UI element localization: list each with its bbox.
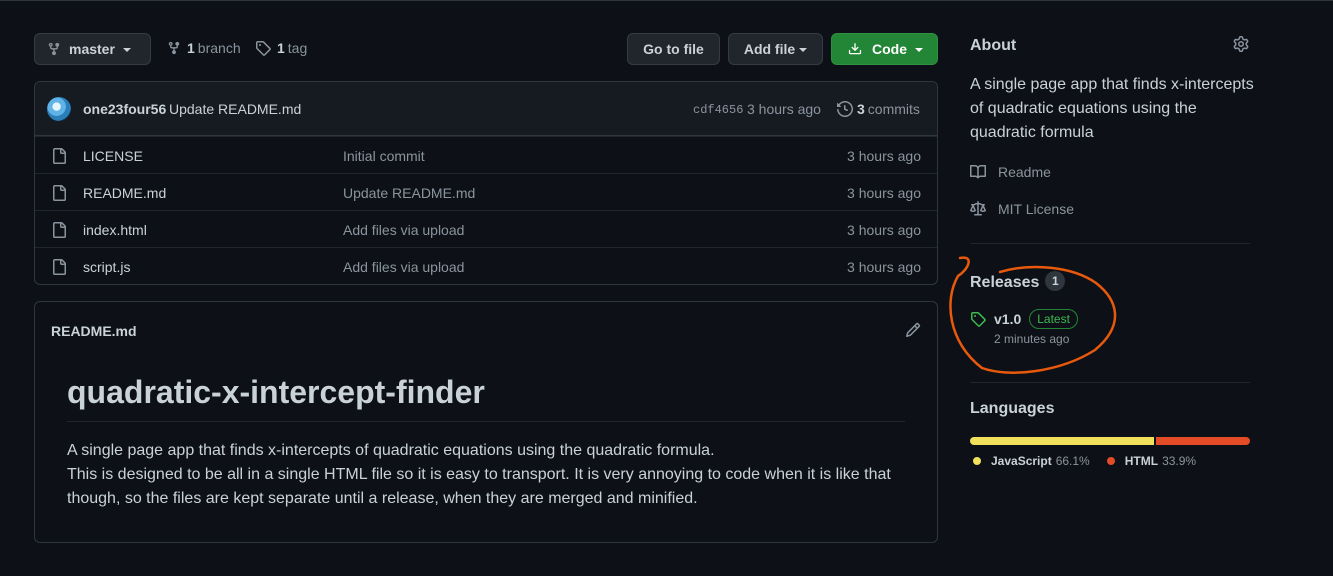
download-icon — [848, 42, 862, 56]
file-commit-link[interactable]: Add files via upload — [343, 222, 464, 238]
readme-paragraph: This is designed to be all in a single H… — [67, 466, 891, 507]
go-to-file-label: Go to file — [643, 41, 704, 57]
file-browser: one23four56 Update README.md cdf4656 3 h… — [34, 81, 938, 285]
file-icon — [51, 222, 67, 241]
file-name-link[interactable]: README.md — [83, 185, 166, 201]
commit-message-link[interactable]: Update README.md — [169, 101, 301, 117]
language-bar-segment — [1155, 437, 1250, 445]
language-percent: 33.9% — [1162, 454, 1197, 468]
add-file-label: Add file — [743, 41, 796, 57]
file-icon — [51, 185, 67, 204]
file-name-link[interactable]: script.js — [83, 259, 130, 275]
readme-body: A single page app that finds x-intercept… — [67, 439, 917, 511]
commits-history-link[interactable]: 3 commits — [837, 101, 920, 117]
language-bar-segment — [970, 437, 1154, 445]
languages-title: Languages — [970, 400, 1055, 417]
top-border — [0, 0, 1333, 1]
branches-label: branch — [197, 40, 241, 56]
branch-select-label: master — [69, 41, 115, 57]
tags-link[interactable]: 1 tag — [255, 40, 307, 56]
license-link[interactable]: MIT License — [970, 201, 1074, 217]
file-name-link[interactable]: index.html — [83, 222, 147, 238]
file-icon — [51, 148, 67, 167]
releases-counter: 1 — [1045, 271, 1066, 291]
file-time: 3 hours ago — [847, 259, 921, 275]
language-list: JavaScript 66.1% HTML 33.9% — [970, 454, 1210, 468]
releases-heading-link[interactable]: Releases 1 — [970, 271, 1066, 292]
code-button[interactable]: Code — [831, 33, 938, 65]
gear-icon[interactable] — [1233, 36, 1249, 55]
sidebar-divider — [970, 243, 1250, 244]
readme-link[interactable]: Readme — [970, 164, 1051, 180]
file-row[interactable]: index.html Add files via upload 3 hours … — [35, 210, 937, 247]
go-to-file-button[interactable]: Go to file — [627, 33, 720, 65]
releases-title: Releases — [970, 274, 1040, 291]
branch-select-button[interactable]: master — [34, 33, 151, 65]
file-row[interactable]: script.js Add files via upload 3 hours a… — [35, 247, 937, 284]
history-icon — [837, 101, 853, 117]
file-icon — [51, 259, 67, 278]
language-name: HTML — [1124, 454, 1159, 468]
file-time: 3 hours ago — [847, 185, 921, 201]
file-commit-link[interactable]: Add files via upload — [343, 259, 464, 275]
readme-file-label[interactable]: README.md — [51, 323, 137, 339]
readme-heading: quadratic-x-intercept-finder — [67, 374, 905, 422]
pencil-icon[interactable] — [905, 322, 921, 341]
language-item[interactable]: HTML 33.9% — [1104, 454, 1196, 468]
file-commit-link[interactable]: Initial commit — [343, 148, 425, 164]
tag-icon — [255, 40, 271, 56]
file-row[interactable]: README.md Update README.md 3 hours ago — [35, 173, 937, 210]
latest-commit-bar: one23four56 Update README.md cdf4656 3 h… — [35, 82, 937, 136]
latest-badge: Latest — [1029, 309, 1078, 329]
commit-sha-link[interactable]: cdf4656 — [693, 103, 743, 117]
language-bar — [970, 437, 1250, 445]
file-commit-link[interactable]: Update README.md — [343, 185, 475, 201]
file-row[interactable]: LICENSE Initial commit 3 hours ago — [35, 136, 937, 173]
branch-icon — [47, 42, 61, 56]
book-icon — [970, 164, 998, 180]
language-name: JavaScript — [991, 454, 1052, 468]
avatar[interactable] — [47, 97, 71, 121]
branches-link[interactable]: 1 branch — [167, 40, 241, 56]
readme-link-label: Readme — [998, 164, 1051, 180]
add-file-button[interactable]: Add file — [728, 33, 823, 65]
license-link-label: MIT License — [998, 201, 1074, 217]
about-description: A single page app that finds x-intercept… — [970, 76, 1254, 141]
law-scale-icon — [970, 201, 998, 217]
readme-paragraph: A single page app that finds x-intercept… — [67, 442, 715, 459]
commit-time: 3 hours ago — [747, 101, 821, 117]
tag-icon — [970, 311, 986, 327]
commits-label: commits — [867, 101, 920, 117]
about-title: About — [970, 37, 1017, 54]
file-time: 3 hours ago — [847, 222, 921, 238]
language-percent: 66.1% — [1055, 454, 1090, 468]
file-time: 3 hours ago — [847, 148, 921, 164]
commit-author-link[interactable]: one23four56 — [83, 101, 166, 117]
readme-panel: README.md quadratic-x-intercept-finder A… — [34, 301, 938, 543]
commits-count: 3 — [857, 101, 865, 117]
chevron-down-icon — [915, 48, 923, 52]
chevron-down-icon — [122, 48, 131, 52]
sidebar-divider — [970, 382, 1250, 383]
branch-icon — [167, 40, 181, 56]
language-color-dot — [1106, 457, 1115, 465]
release-time: 2 minutes ago — [994, 332, 1070, 346]
tags-count: 1 — [277, 40, 285, 56]
branches-count: 1 — [187, 40, 195, 56]
code-label: Code — [872, 41, 907, 57]
language-color-dot — [973, 457, 981, 465]
chevron-down-icon — [799, 48, 808, 52]
tags-label: tag — [287, 40, 308, 56]
file-name-link[interactable]: LICENSE — [83, 148, 143, 164]
language-item[interactable]: JavaScript 66.1% — [970, 454, 1090, 468]
release-item[interactable]: v1.0 Latest — [970, 309, 1078, 329]
release-name-link[interactable]: v1.0 — [994, 311, 1021, 327]
